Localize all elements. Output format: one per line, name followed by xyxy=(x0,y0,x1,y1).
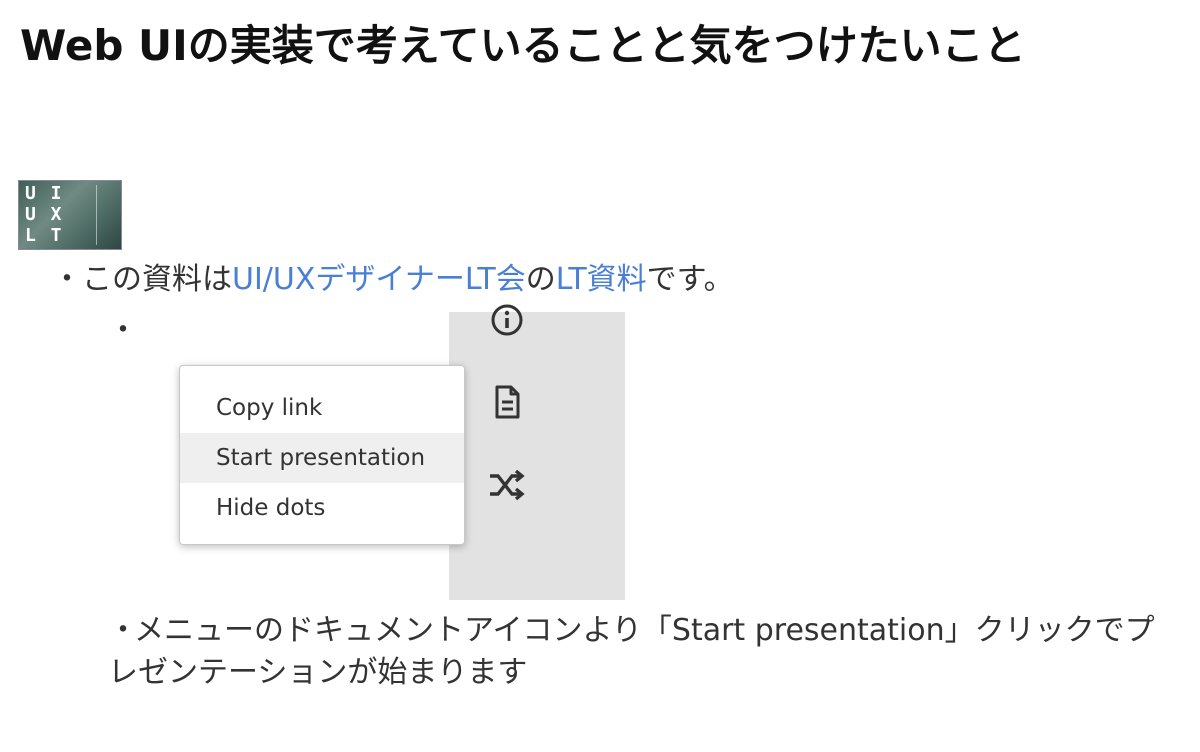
thumbnail-side-text xyxy=(96,185,115,245)
instruction-text: メニューのドキュメントアイコンより「Start presentation」クリッ… xyxy=(108,613,1155,690)
bullet-mark: ・ xyxy=(108,313,138,348)
bullet-mark: ・ xyxy=(52,262,82,297)
bullet-item-instructions: ・メニューのドキュメントアイコンより「Start presentation」クリ… xyxy=(108,610,1168,694)
bullet-text-suffix: です。 xyxy=(646,262,734,297)
uiuxlt-thumbnail-image[interactable]: U I U X L T xyxy=(18,180,122,250)
menu-item-start-presentation[interactable]: Start presentation xyxy=(180,433,464,483)
menu-screenshot: Copy link Start presentation Hide dots xyxy=(170,304,630,602)
menu-item-hide-dots[interactable]: Hide dots xyxy=(180,483,464,533)
menu-item-copy-link[interactable]: Copy link xyxy=(180,383,464,433)
page-title: Web UIの実装で考えていることと気をつけたいこと xyxy=(20,21,1026,70)
context-menu: Copy link Start presentation Hide dots xyxy=(179,365,465,545)
info-icon[interactable] xyxy=(487,300,527,340)
bullet-item-source: ・この資料はUI/UXデザイナーLT会のLT資料です。 xyxy=(52,260,734,300)
uiux-lt-event-link[interactable]: UI/UXデザイナーLT会 xyxy=(232,262,526,297)
document-icon[interactable] xyxy=(487,382,527,422)
side-rail xyxy=(449,304,625,600)
bullet-mark: ・ xyxy=(108,613,138,648)
thumbnail-letters: U I U X L T xyxy=(25,183,64,246)
lt-slides-link[interactable]: LT資料 xyxy=(556,262,647,297)
bullet-text-prefix: この資料は xyxy=(82,262,232,297)
shuffle-icon[interactable] xyxy=(487,465,527,505)
bullet-text-middle: の xyxy=(525,262,556,297)
